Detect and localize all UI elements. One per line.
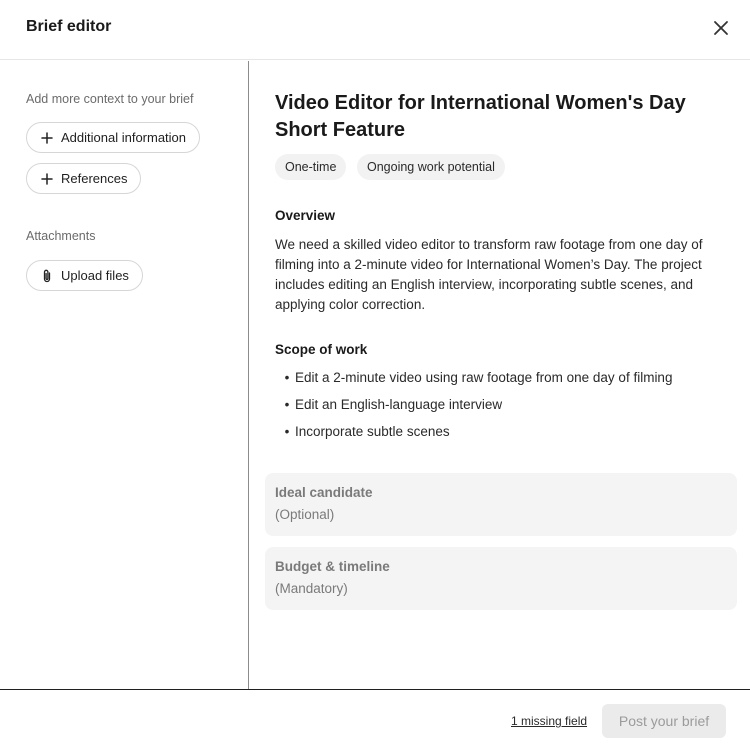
scope-list: • Edit a 2-minute video using raw footage… bbox=[275, 368, 737, 449]
budget-timeline-heading: Budget & timeline bbox=[275, 559, 390, 574]
header: Brief editor bbox=[0, 0, 750, 60]
brief-content: Video Editor for International Women's D… bbox=[249, 61, 750, 689]
attachments-label: Attachments bbox=[26, 229, 96, 243]
footer: 1 missing field Post your brief bbox=[0, 689, 750, 748]
brief-title[interactable]: Video Editor for International Women's D… bbox=[275, 90, 695, 144]
references-button[interactable]: References bbox=[26, 163, 142, 194]
overview-heading: Overview bbox=[275, 208, 336, 223]
close-icon bbox=[714, 21, 728, 35]
page-title: Brief editor bbox=[26, 18, 112, 35]
tag-one-time: One-time bbox=[275, 154, 347, 180]
ideal-candidate-card[interactable]: Ideal candidate (Optional) bbox=[265, 473, 737, 536]
list-item[interactable]: • Edit a 2-minute video using raw footage… bbox=[275, 368, 737, 388]
additional-information-label: Additional information bbox=[61, 130, 187, 145]
scope-heading: Scope of work bbox=[275, 342, 368, 357]
plus-icon bbox=[40, 172, 54, 186]
additional-information-button[interactable]: Additional information bbox=[26, 122, 201, 153]
ideal-candidate-heading: Ideal candidate bbox=[275, 485, 373, 500]
budget-timeline-status: (Mandatory) bbox=[275, 581, 348, 596]
budget-timeline-card[interactable]: Budget & timeline (Mandatory) bbox=[265, 547, 737, 610]
sidebar: Add more context to your brief Additiona… bbox=[0, 61, 249, 689]
ideal-candidate-status: (Optional) bbox=[275, 507, 335, 522]
plus-icon bbox=[40, 131, 54, 145]
upload-files-button[interactable]: Upload files bbox=[26, 260, 143, 291]
list-item[interactable]: • Edit an English-language interview bbox=[275, 395, 737, 415]
upload-files-label: Upload files bbox=[61, 268, 129, 283]
post-brief-button[interactable]: Post your brief bbox=[602, 704, 726, 738]
close-button[interactable] bbox=[710, 17, 732, 39]
references-label: References bbox=[61, 171, 128, 186]
overview-text[interactable]: We need a skilled video editor to transf… bbox=[275, 235, 737, 315]
paperclip-icon bbox=[40, 269, 54, 283]
missing-field-link[interactable]: 1 missing field bbox=[511, 714, 587, 728]
list-item[interactable]: • Incorporate subtle scenes bbox=[275, 422, 737, 442]
context-label: Add more context to your brief bbox=[26, 92, 194, 106]
tag-ongoing-work: Ongoing work potential bbox=[357, 154, 505, 180]
